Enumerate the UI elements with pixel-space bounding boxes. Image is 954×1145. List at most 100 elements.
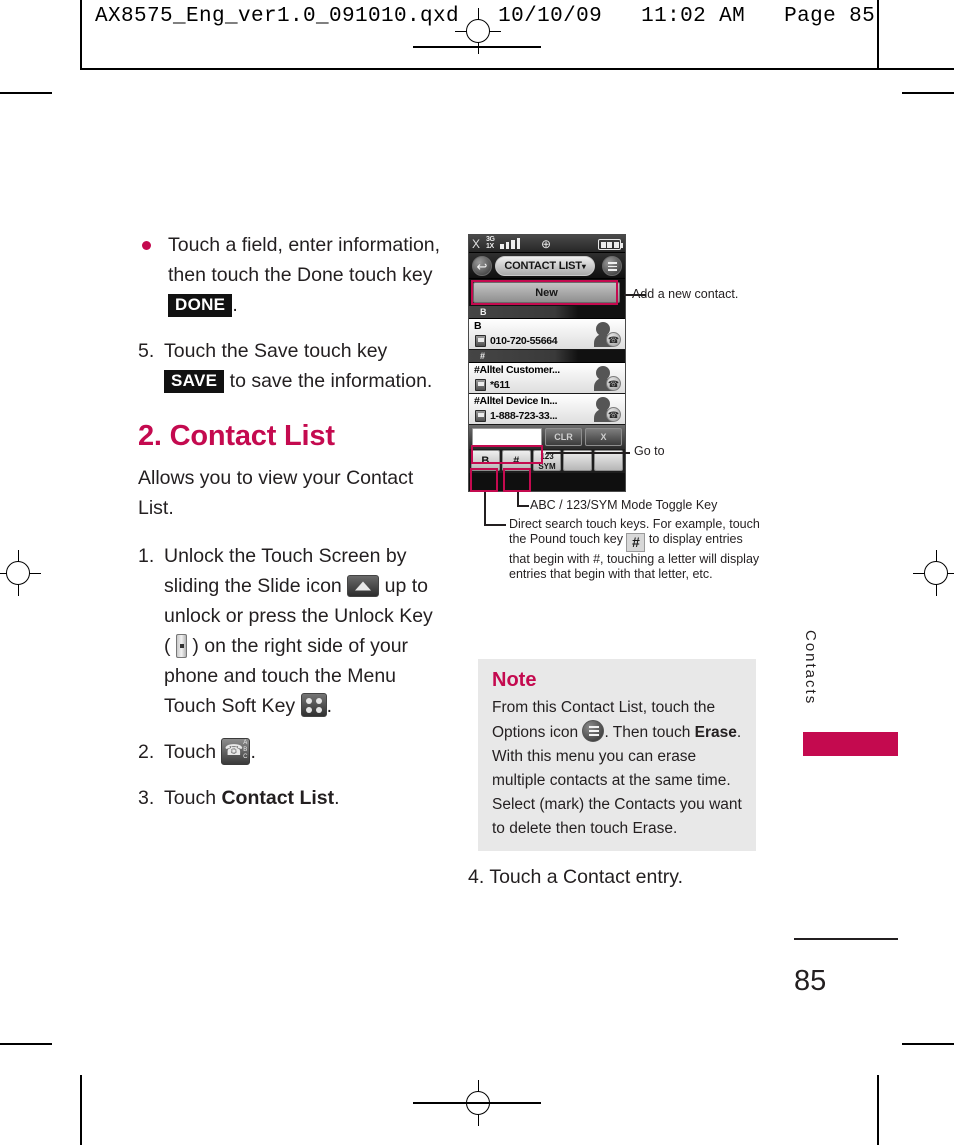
save-keycap: SAVE [164, 370, 225, 393]
callout-direct-search: Direct search touch keys. For example, t… [509, 517, 764, 582]
left-text-column: Touch a field, enter information, then t… [138, 230, 443, 829]
sidebar-chapter-label: Contacts [802, 630, 819, 706]
note-title: Note [492, 669, 537, 691]
crop-mark-left-top [0, 92, 52, 94]
slide-up-icon [347, 575, 380, 597]
leader-line-direct-v [484, 492, 486, 525]
step-1-number: 1. [138, 545, 155, 567]
signal-antenna-icon: X [472, 237, 481, 251]
leader-line-toggle-h [517, 505, 529, 507]
contact-row-b[interactable]: B 010-720-55664 ☎ [469, 319, 625, 350]
network-indicator: 3G 1X [486, 236, 495, 250]
note-body: From this Contact List, touch the Option… [492, 696, 742, 841]
contact-number: *611 [490, 379, 510, 391]
key-hash[interactable]: # [501, 450, 531, 471]
contact-list-title-pill[interactable]: CONTACT LIST▾ [495, 256, 595, 276]
signal-bars-icon [500, 238, 520, 249]
step-3-part1: Touch [164, 787, 222, 809]
contact-name: B [474, 320, 482, 332]
manual-page: AX8575_Eng_ver1.0_091010.qxd 10/10/09 11… [0, 0, 954, 1145]
step-1: 1. Unlock the Touch Screen by sliding th… [138, 541, 443, 721]
step-4: 4. Touch a Contact entry. [468, 866, 683, 888]
registration-mark-left [0, 550, 41, 596]
bullet-touch-field: Touch a field, enter information, then t… [138, 230, 443, 320]
mobile-phone-icon [475, 335, 486, 347]
sidebar-chapter-tab [803, 732, 898, 756]
step-2-part1: Touch [164, 741, 222, 763]
crop-mark-top-right-vertical [877, 0, 879, 70]
step-5-prefix: Touch the Save touch key [164, 340, 388, 362]
page-number: 85 [794, 965, 827, 997]
phone-status-bar: X 3G 1X ⊕ [469, 235, 625, 253]
phone-title-bar: ↩ CONTACT LIST▾ [469, 253, 625, 279]
clear-button[interactable]: CLR [545, 428, 582, 446]
chevron-down-icon: ▾ [581, 262, 586, 271]
bullet-text-suffix: . [232, 294, 238, 316]
registration-cross-top-left [413, 46, 541, 48]
step-1-part4: . [326, 695, 332, 717]
contact-number: 010-720-55664 [490, 335, 558, 347]
registration-mark-right [913, 550, 954, 596]
new-contact-button[interactable]: New [473, 282, 620, 303]
step-5-number: 5. [138, 340, 155, 362]
callout-add-new-contact: Add a new contact. [632, 287, 739, 301]
options-icon [582, 720, 605, 742]
note-box: Note From this Contact List, touch the O… [478, 659, 756, 851]
menu-touch-soft-key-icon [300, 693, 327, 717]
header-rule [80, 68, 954, 70]
battery-icon [598, 239, 623, 250]
close-button[interactable]: X [585, 428, 622, 446]
callout-toggle-key: ABC / 123/SYM Mode Toggle Key [530, 498, 718, 512]
crop-mark-right-bottom [902, 1043, 954, 1045]
step-3-number: 3. [138, 787, 155, 809]
step-2: 2. Touch ☎ A B C. [138, 737, 443, 767]
page-number-rule [794, 938, 898, 940]
back-arrow-icon[interactable]: ↩ [472, 256, 492, 276]
group-header-hash: # [469, 350, 625, 363]
key-b[interactable]: B [471, 450, 500, 471]
step-5-suffix: to save the information. [224, 370, 433, 392]
section-heading: 2. Contact List [138, 420, 335, 452]
mobile-phone-icon [475, 410, 486, 422]
section-intro: Allows you to view your Contact List. [138, 467, 414, 519]
search-row: CLR X [469, 425, 625, 449]
search-input[interactable] [472, 428, 542, 446]
contact-number: 1-888-723-33... [490, 410, 558, 422]
avatar: ☎ [594, 322, 621, 347]
new-button-area: New [469, 279, 625, 306]
contact-row-alltel-device[interactable]: #Alltel Device In... 1-888-723-33... ☎ [469, 394, 625, 425]
leader-line-goto [546, 452, 630, 454]
note-part2: . Then touch [604, 724, 695, 741]
pound-key-icon: # [626, 533, 646, 552]
bullet-dot-icon [142, 241, 151, 250]
step-2-number: 2. [138, 741, 155, 763]
crop-mark-bottom-right-vertical [877, 1075, 879, 1145]
options-list-icon[interactable] [602, 256, 622, 276]
note-bold-erase: Erase [694, 724, 737, 741]
gps-crosshair-icon: ⊕ [541, 237, 552, 251]
avatar: ☎ [594, 366, 621, 391]
crop-mark-left-bottom [0, 1043, 52, 1045]
step-2-part2: . [250, 741, 256, 763]
contact-row-alltel-customer[interactable]: #Alltel Customer... *611 ☎ [469, 363, 625, 394]
contacts-app-icon: ☎ A B C [221, 738, 251, 765]
step-5: 5. Touch the Save touch key SAVE to save… [138, 336, 443, 396]
avatar: ☎ [594, 397, 621, 422]
bullet-text-prefix: Touch a field, enter information, then t… [168, 234, 441, 286]
step-3-bold: Contact List [221, 787, 335, 809]
group-header-b: B [469, 306, 625, 319]
step-1-part3: ) on the right side of your phone and to… [164, 635, 409, 717]
mobile-phone-icon [475, 379, 486, 391]
contact-name: #Alltel Customer... [474, 364, 560, 376]
file-header-text: AX8575_Eng_ver1.0_091010.qxd 10/10/09 11… [95, 5, 876, 28]
done-keycap: DONE [168, 294, 233, 317]
crop-mark-top-left-vertical [80, 0, 82, 70]
contact-name: #Alltel Device In... [474, 395, 558, 407]
crop-mark-right-top [902, 92, 954, 94]
callout-go-to: Go to [634, 444, 665, 458]
leader-line-direct-h [484, 524, 506, 526]
step-3: 3. Touch Contact List. [138, 783, 443, 813]
step-3-part2: . [334, 787, 340, 809]
leader-line-toggle-v [517, 492, 519, 506]
phone-title-text: CONTACT LIST [504, 260, 582, 272]
